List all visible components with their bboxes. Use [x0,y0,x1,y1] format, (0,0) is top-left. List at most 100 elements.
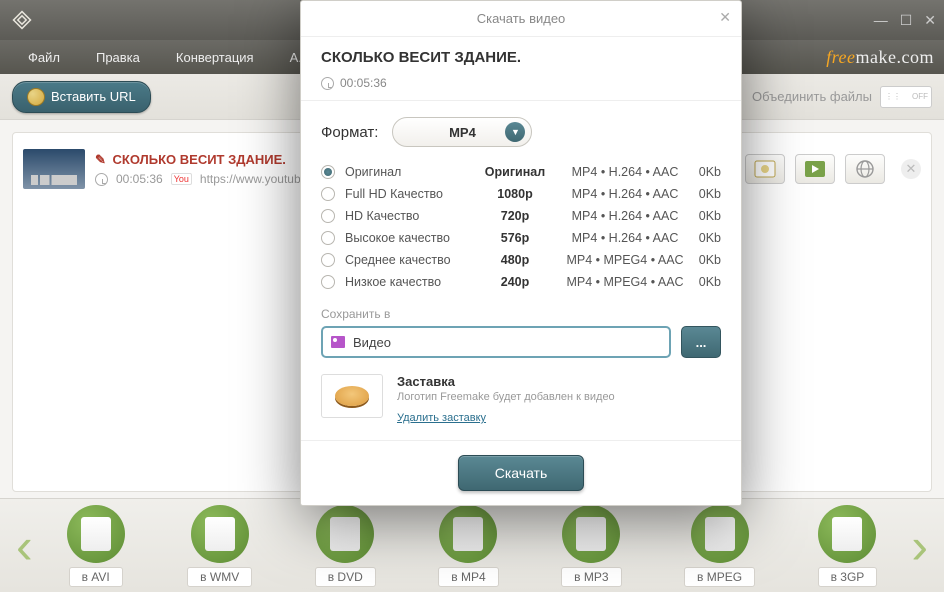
quality-name: Full HD Качество [345,187,475,201]
quality-name: Среднее качество [345,253,475,267]
row-subtitles-button[interactable] [795,154,835,184]
pencil-icon: ✎ [95,152,106,167]
row-web-button[interactable] [845,154,885,184]
format-value: MP4 [449,125,476,140]
quality-radio[interactable] [321,253,335,267]
dock-circle-icon [191,505,249,563]
quality-resolution: 576p [475,231,555,245]
dock-item[interactable]: в WMV [187,505,252,587]
quality-resolution: 720p [475,209,555,223]
quality-size: 0Kb [695,253,721,267]
window-close-icon[interactable]: ✕ [924,12,936,29]
save-path-value: Видео [353,335,391,350]
dock-item-label: в 3GP [818,567,878,587]
dock-circle-icon [316,505,374,563]
quality-row[interactable]: Среднее качество480pMP4 • MPEG4 • AAC0Kb [321,249,721,271]
clock-icon [95,173,108,186]
format-dock: ‹ в AVI в WMV в DVD в MP4 в MP3 в MPEG в 3GP › [0,498,944,592]
quality-resolution: 240p [475,275,555,289]
quality-codec: MP4 • MPEG4 • AAC [555,253,695,267]
globe-icon [27,88,45,106]
window-maximize-icon[interactable]: ☐ [900,12,913,29]
folder-icon [331,336,345,348]
dock-circle-icon [562,505,620,563]
dialog-heading: СКОЛЬКО ВЕСИТ ЗДАНИЕ. [321,49,721,66]
quality-row[interactable]: ОригиналОригиналMP4 • H.264 • AAC0Kb [321,161,721,183]
video-duration: 00:05:36 [116,172,163,186]
quality-list: ОригиналОригиналMP4 • H.264 • AAC0KbFull… [321,161,721,293]
dock-item-label: в WMV [187,567,252,587]
quality-name: Оригинал [345,165,475,179]
video-url: https://www.youtube [200,172,307,186]
paste-url-label: Вставить URL [51,89,136,104]
chevron-down-icon: ▼ [505,122,525,142]
quality-resolution: 480p [475,253,555,267]
video-thumbnail [23,149,85,189]
dialog-close-button[interactable]: ✕ [719,9,731,26]
video-info: ✎ СКОЛЬКО ВЕСИТ ЗДАНИЕ. 00:05:36 You htt… [95,152,307,186]
save-to-label: Сохранить в [321,307,721,321]
format-label: Формат: [321,124,378,141]
dock-circle-icon [691,505,749,563]
dock-item[interactable]: в MP4 [438,505,498,587]
quality-row[interactable]: HD Качество720pMP4 • H.264 • AAC0Kb [321,205,721,227]
quality-size: 0Kb [695,231,721,245]
splash-preview [321,374,383,418]
dock-circle-icon [67,505,125,563]
quality-name: Низкое качество [345,275,475,289]
dock-item[interactable]: в AVI [67,505,125,587]
quality-resolution: Оригинал [475,165,555,179]
dock-item-label: в MPEG [684,567,755,587]
quality-row[interactable]: Full HD Качество1080pMP4 • H.264 • AAC0K… [321,183,721,205]
dock-item[interactable]: в MP3 [561,505,621,587]
quality-resolution: 1080p [475,187,555,201]
quality-row[interactable]: Высокое качество576pMP4 • H.264 • AAC0Kb [321,227,721,249]
dock-item-label: в DVD [315,567,376,587]
clock-icon [321,77,334,90]
dock-item-label: в MP4 [438,567,498,587]
dock-next-button[interactable]: › [911,517,928,575]
splash-description: Логотип Freemake будет добавлен к видео [397,391,615,403]
quality-size: 0Kb [695,209,721,223]
brand-free: free [826,47,855,67]
window-minimize-icon[interactable]: — [874,12,888,29]
menu-edit[interactable]: Правка [78,50,158,65]
save-path-input[interactable]: Видео [321,326,671,358]
remove-splash-link[interactable]: Удалить заставку [397,412,486,424]
quality-size: 0Kb [695,187,721,201]
dock-item[interactable]: в DVD [315,505,376,587]
quality-codec: MP4 • H.264 • AAC [555,209,695,223]
youtube-badge-icon: You [171,173,192,185]
brand-make: make.com [856,47,934,67]
quality-radio[interactable] [321,209,335,223]
quality-radio[interactable] [321,275,335,289]
join-files-control: Объединить файлы OFF [752,86,932,108]
quality-codec: MP4 • H.264 • AAC [555,165,695,179]
join-files-toggle[interactable]: OFF [880,86,932,108]
dock-circle-icon [439,505,497,563]
menu-file[interactable]: Файл [10,50,78,65]
splash-title: Заставка [397,374,615,389]
dock-item[interactable]: в 3GP [818,505,878,587]
browse-button[interactable]: ... [681,326,721,358]
paste-url-button[interactable]: Вставить URL [12,81,151,113]
download-button[interactable]: Скачать [458,455,585,491]
dock-prev-button[interactable]: ‹ [16,517,33,575]
quality-radio[interactable] [321,231,335,245]
quality-name: HD Качество [345,209,475,223]
freemake-logo-icon [335,386,369,406]
format-select[interactable]: MP4 ▼ [392,117,532,147]
menu-convert[interactable]: Конвертация [158,50,272,65]
brand-label: freemake.com [826,47,934,68]
quality-radio[interactable] [321,187,335,201]
video-title-text: СКОЛЬКО ВЕСИТ ЗДАНИЕ. [113,152,286,167]
dialog-duration: 00:05:36 [340,76,387,90]
row-remove-button[interactable]: ✕ [901,159,921,179]
quality-size: 0Kb [695,275,721,289]
quality-row[interactable]: Низкое качество240pMP4 • MPEG4 • AAC0Kb [321,271,721,293]
quality-name: Высокое качество [345,231,475,245]
quality-radio[interactable] [321,165,335,179]
download-dialog: Скачать видео ✕ СКОЛЬКО ВЕСИТ ЗДАНИЕ. 00… [300,0,742,506]
row-info-button[interactable] [745,154,785,184]
dock-item[interactable]: в MPEG [684,505,755,587]
